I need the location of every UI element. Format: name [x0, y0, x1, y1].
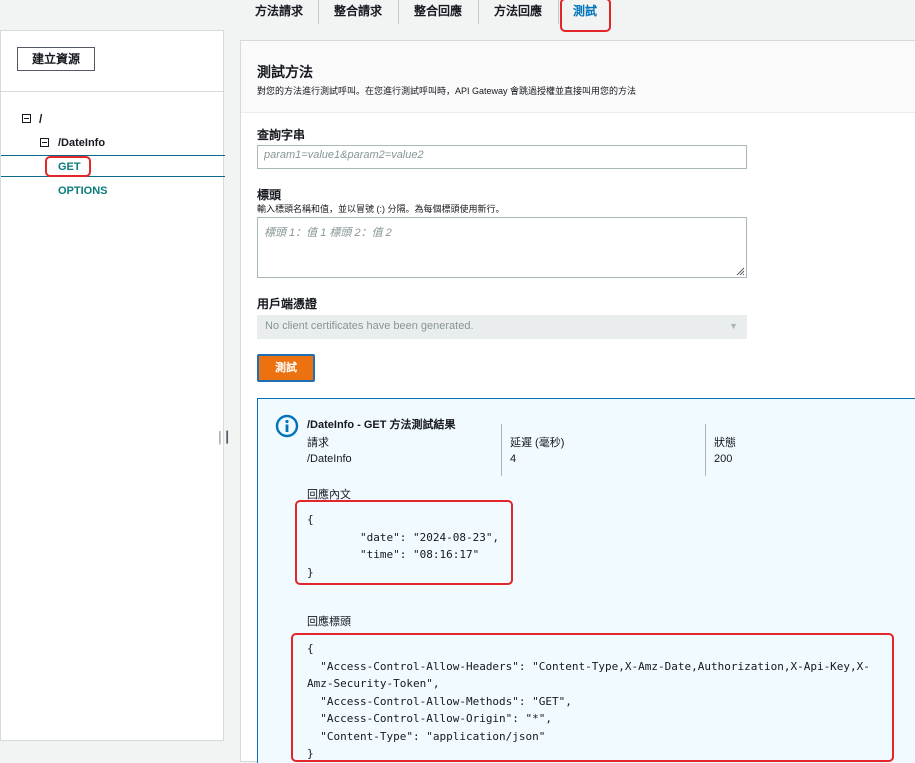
sidebar-divider	[1, 91, 223, 92]
sidebar-footer	[0, 741, 225, 762]
tree-item-get-row[interactable]	[1, 155, 225, 177]
dropdown-arrow-icon: ▼	[729, 321, 738, 331]
result-divider	[501, 424, 502, 476]
result-col-latency: 延遲 (毫秒)	[510, 437, 565, 449]
response-headers-label: 回應標頭	[307, 616, 351, 628]
headers-placeholder: 標頭 1：值 1 標頭 2：值 2	[264, 227, 392, 239]
tab-test[interactable]: 測試	[560, 0, 610, 24]
tab-method-response[interactable]: 方法回應	[478, 0, 559, 24]
headers-textarea[interactable]: 標頭 1：值 1 標頭 2：值 2	[257, 217, 747, 278]
collapse-root-icon[interactable]	[22, 114, 31, 123]
headers-label: 標頭	[257, 188, 282, 202]
result-status-value: 200	[714, 453, 733, 465]
panel-resize-handle-icon[interactable]: │┃	[217, 431, 231, 444]
tab-integration-request[interactable]: 整合請求	[318, 0, 399, 24]
method-tabs: 方法請求 整合請求 整合回應 方法回應 測試	[240, 0, 915, 30]
tab-method-request[interactable]: 方法請求	[240, 0, 319, 24]
result-latency-value: 4	[510, 453, 517, 465]
response-body-label: 回應內文	[307, 489, 351, 501]
tab-integration-response[interactable]: 整合回應	[398, 0, 479, 24]
resize-grip-icon[interactable]	[735, 266, 745, 276]
page-description: 對您的方法進行測試呼叫。在您進行測試呼叫時，API Gateway 會跳過授權並…	[257, 86, 637, 96]
tree-item-root[interactable]: /	[39, 112, 42, 126]
headers-hint: 輸入標頭名稱和值，並以冒號 (:) 分隔。為每個標頭使用新行。	[257, 204, 505, 214]
client-cert-value: No client certificates have been generat…	[265, 320, 474, 332]
tree-method-get[interactable]: GET	[58, 161, 81, 173]
test-method-panel: 測試方法 對您的方法進行測試呼叫。在您進行測試呼叫時，API Gateway 會…	[240, 40, 915, 763]
result-title: /DateInfo - GET 方法測試結果	[307, 419, 456, 431]
query-string-label: 查詢字串	[257, 128, 306, 142]
result-divider	[705, 424, 706, 476]
response-body: { "date": "2024-08-23", "time": "08:16:1…	[307, 513, 500, 579]
resource-sidebar: 建立資源 / /DateInfo GET OPTIONS │┃	[0, 30, 231, 741]
result-col-status: 狀態	[714, 437, 736, 449]
response-headers: { "Access-Control-Allow-Headers": "Conte…	[307, 642, 870, 760]
test-button[interactable]: 測試	[257, 354, 315, 382]
result-request-value: /DateInfo	[307, 453, 352, 465]
client-cert-label: 用戶端憑證	[257, 297, 318, 311]
collapse-dateinfo-icon[interactable]	[40, 138, 49, 147]
panel-header: 測試方法 對您的方法進行測試呼叫。在您進行測試呼叫時，API Gateway 會…	[241, 41, 915, 113]
tree-item-dateinfo[interactable]: /DateInfo	[58, 137, 105, 149]
info-icon	[275, 414, 299, 438]
query-string-input[interactable]: param1=value1&param2=value2	[257, 145, 747, 169]
test-result-panel: /DateInfo - GET 方法測試結果 請求 延遲 (毫秒) 狀態 /Da…	[257, 398, 915, 763]
tree-method-options[interactable]: OPTIONS	[58, 185, 108, 197]
create-resource-button[interactable]: 建立資源	[17, 47, 95, 71]
page-title: 測試方法	[257, 64, 313, 80]
result-col-request: 請求	[307, 437, 329, 449]
client-cert-select[interactable]: No client certificates have been generat…	[257, 315, 747, 339]
